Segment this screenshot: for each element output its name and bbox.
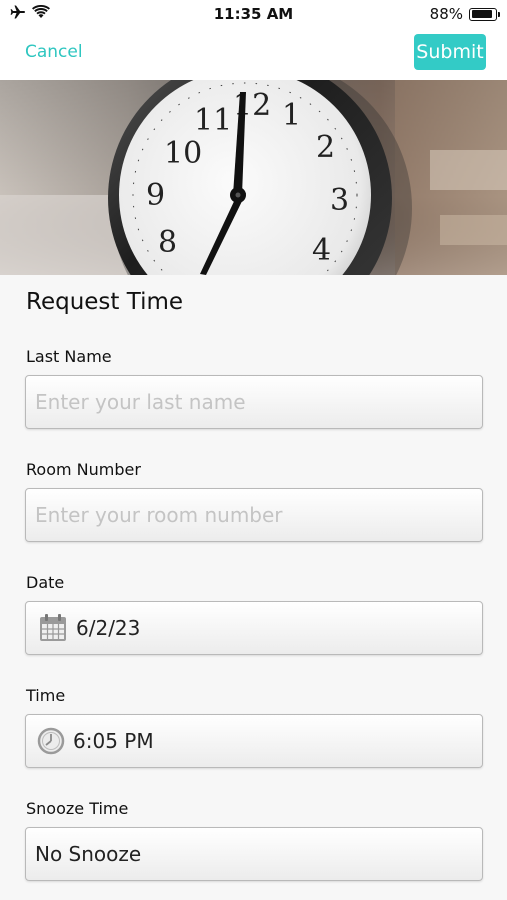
submit-button[interactable]: Submit [414,34,486,70]
time-label: Time [26,686,66,705]
svg-text:8: 8 [158,225,177,260]
svg-text:11: 11 [194,103,232,138]
svg-text:10: 10 [164,136,202,171]
last-name-field-box [25,375,483,429]
snooze-time-label: Snooze Time [26,799,129,818]
snooze-time-value: No Snooze [35,842,142,866]
status-bar: 11:35 AM 88% [0,0,507,28]
svg-text:1: 1 [282,98,301,133]
request-time-form: Request Time Last Name Room Number Date [0,275,507,900]
last-name-input[interactable] [35,390,482,414]
date-picker[interactable]: 6/2/23 [25,601,483,655]
date-label: Date [26,573,65,592]
svg-text:2: 2 [316,130,335,165]
svg-text:9: 9 [146,178,165,213]
clock-icon [37,727,65,755]
battery-percentage: 88% [429,5,463,23]
room-number-field-box [25,488,483,542]
room-number-input[interactable] [35,503,482,527]
battery-level [471,10,492,18]
cancel-button[interactable]: Cancel [25,42,83,62]
nav-bar: Cancel Submit [0,28,507,80]
alarm-clock-photo: 12 1 2 3 4 8 9 10 11 [0,80,507,275]
form-title: Request Time [26,289,184,315]
hero-image: 12 1 2 3 4 8 9 10 11 [0,80,507,275]
status-right: 88% [429,5,500,23]
room-number-label: Room Number [26,460,141,479]
svg-text:4: 4 [312,233,331,268]
battery-icon [469,7,500,21]
time-value: 6:05 PM [73,729,154,753]
last-name-label: Last Name [26,347,112,366]
snooze-time-select[interactable]: No Snooze [25,827,483,881]
time-picker[interactable]: 6:05 PM [25,714,483,768]
calendar-icon [38,613,68,643]
date-value: 6/2/23 [76,616,141,640]
svg-text:3: 3 [330,183,349,218]
